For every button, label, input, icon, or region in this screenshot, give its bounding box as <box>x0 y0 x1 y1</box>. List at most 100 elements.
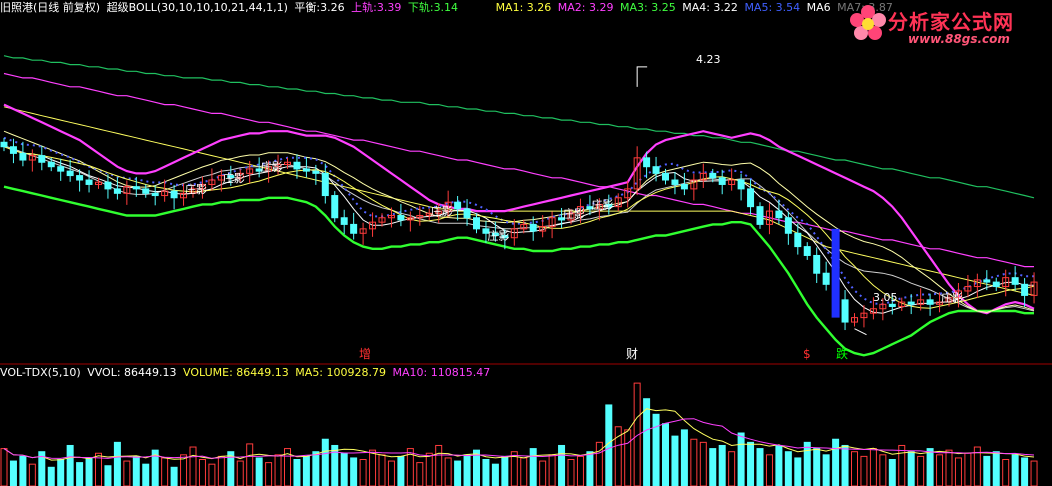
ma5-value: MA5: 3.54 <box>744 1 801 14</box>
volume-bar <box>1030 460 1038 486</box>
volume-bar <box>274 454 282 486</box>
indicator-header: 旧照港(日线 前复权) 超级BOLL(30,10,10,10,21,44,1,1… <box>0 0 896 16</box>
candle-body <box>794 232 802 248</box>
volume-bar <box>19 455 27 486</box>
volume-bar <box>435 444 443 486</box>
volume-bar <box>964 452 972 486</box>
volume-bar <box>529 448 537 486</box>
volume-bar <box>888 459 896 486</box>
boll-upper-band <box>3 103 1035 315</box>
stock-name: 旧照港(日线 前复权) <box>0 1 101 14</box>
candle-body <box>104 181 112 190</box>
volume-bar <box>378 454 386 486</box>
lower-value: 3.14 <box>433 1 459 14</box>
volume-bar <box>917 455 925 486</box>
candle-body <box>709 172 717 179</box>
volume-bar <box>520 457 528 486</box>
candle-body <box>293 161 301 170</box>
ma-short-white-line <box>3 146 1034 314</box>
candle-body <box>312 170 320 174</box>
vol-indicator-name: VOL-TDX(5,10) <box>0 366 81 379</box>
volume-bar <box>255 457 263 486</box>
volume-bar <box>321 438 329 486</box>
volume-bar <box>869 448 877 486</box>
volume-bar <box>425 452 433 486</box>
candle-body <box>652 166 660 174</box>
volume-bar <box>1011 454 1019 486</box>
volume-bar <box>28 463 36 486</box>
volume-bar <box>662 423 669 486</box>
candle-body <box>803 246 811 256</box>
volume-bar <box>737 432 745 486</box>
candle-body <box>888 303 896 308</box>
candle-body <box>76 175 84 181</box>
candle-body <box>331 195 339 219</box>
candle-body <box>19 152 27 161</box>
ma2-value: MA2: 3.29 <box>557 1 614 14</box>
candle-body <box>822 272 830 285</box>
volume-bar <box>624 429 632 486</box>
volume-bar <box>123 460 131 486</box>
volume-bar <box>803 441 811 486</box>
zhuang-label: 庄影 <box>261 160 283 174</box>
volume-bar <box>66 444 74 486</box>
candle-body <box>473 217 480 230</box>
candle-body <box>1021 283 1029 296</box>
volume-bar <box>482 459 490 486</box>
volume-bar <box>1002 459 1010 486</box>
candle-body <box>350 223 358 234</box>
candle-body <box>680 183 688 190</box>
volume-bar <box>340 452 348 486</box>
volume-bar <box>198 459 206 486</box>
volume-bar <box>113 441 121 486</box>
candle-body <box>454 201 462 210</box>
volume-value: VOLUME: 86449.13 <box>183 366 289 379</box>
volume-bar <box>132 455 140 486</box>
balance-label: 平衡: <box>294 1 321 14</box>
volume-bar <box>794 457 802 486</box>
volume-bar <box>142 463 150 486</box>
volume-bar <box>217 455 225 486</box>
volume-bar <box>652 413 660 486</box>
volume-bar <box>775 444 783 486</box>
volume-bar <box>851 451 858 486</box>
candle-body <box>747 188 755 208</box>
volume-bar <box>548 454 556 486</box>
candle-body <box>57 166 65 172</box>
vol-ma10-value: MA10: 110815.47 <box>392 366 491 379</box>
candle-body <box>529 223 537 232</box>
flower-icon <box>850 5 886 40</box>
volume-bar <box>246 443 254 486</box>
volume-bar <box>104 465 112 486</box>
volume-bar <box>992 451 1000 486</box>
volume-bar <box>397 455 405 486</box>
strong-down-bar <box>831 228 840 318</box>
balance-value: 3.26 <box>320 1 345 14</box>
candle-body <box>662 172 669 181</box>
volume-bar <box>784 451 792 486</box>
candle-body <box>85 179 93 185</box>
volume-bar <box>680 429 688 486</box>
volume-bar <box>312 451 320 486</box>
volume-bar <box>491 463 499 486</box>
volume-bar <box>539 460 547 486</box>
volume-bar <box>501 455 509 486</box>
ma6-value: MA6 <box>806 1 831 14</box>
candle-body <box>142 188 150 194</box>
high-price-label: 4.23 <box>696 53 721 66</box>
event-marker-cai: 财 <box>626 347 639 361</box>
volume-bar <box>0 448 8 486</box>
site-logo: 分析家公式网 www.88gs.com <box>846 2 1046 48</box>
indicator-name: 超级BOLL(30,10,10,10,21,44,1,1) <box>106 1 288 14</box>
volume-bar <box>161 457 169 486</box>
volume-bar <box>813 448 821 486</box>
candle-body <box>340 217 348 225</box>
high-pointer <box>636 66 648 87</box>
candle-body <box>775 210 783 219</box>
volume-bar <box>643 398 651 486</box>
candle-body <box>926 299 934 305</box>
upper-value: 3.39 <box>376 1 402 14</box>
candle-body <box>132 186 140 190</box>
volume-bar <box>879 454 887 486</box>
kline-chart[interactable]: 庄影庄影庄影庄影庄影庄影庄影庄影 <box>0 0 1052 486</box>
